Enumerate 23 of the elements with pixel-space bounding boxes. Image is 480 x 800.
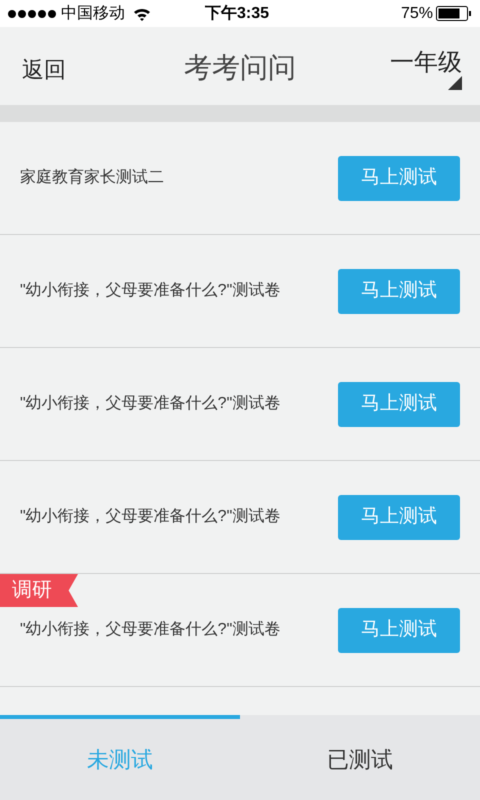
grade-selector[interactable]: 一年级: [390, 45, 462, 81]
start-test-button[interactable]: 马上测试: [338, 494, 460, 540]
battery-percent: 75%: [400, 4, 433, 24]
test-title: "幼小衔接，父母要准备什么?"测试卷: [20, 280, 280, 301]
test-title: "幼小衔接，父母要准备什么?"测试卷: [20, 620, 280, 640]
test-title: "幼小衔接，父母要准备什么?"测试卷: [20, 506, 280, 527]
test-title: 家庭教育家长测试二: [20, 167, 164, 188]
signal-icon: [8, 10, 56, 18]
status-time: 下午3:35: [205, 4, 270, 24]
battery-icon: [436, 6, 472, 21]
test-title: "幼小衔接，父母要准备什么?"测试卷: [20, 394, 280, 414]
start-test-button[interactable]: 马上测试: [338, 608, 460, 652]
page-title: 考考问问: [184, 51, 296, 85]
tab[interactable]: 未测试: [0, 715, 240, 800]
carrier-name: 中国移动: [61, 4, 125, 24]
start-test-button[interactable]: 马上测试: [338, 156, 460, 200]
survey-tag: 调研: [0, 574, 78, 607]
dropdown-corner-icon: [448, 76, 462, 90]
wifi-icon: [133, 6, 151, 20]
start-test-button[interactable]: 马上测试: [338, 382, 460, 426]
back-button[interactable]: 返回: [22, 52, 66, 86]
tab[interactable]: 已测试: [240, 715, 480, 800]
start-test-button[interactable]: 马上测试: [338, 268, 460, 314]
